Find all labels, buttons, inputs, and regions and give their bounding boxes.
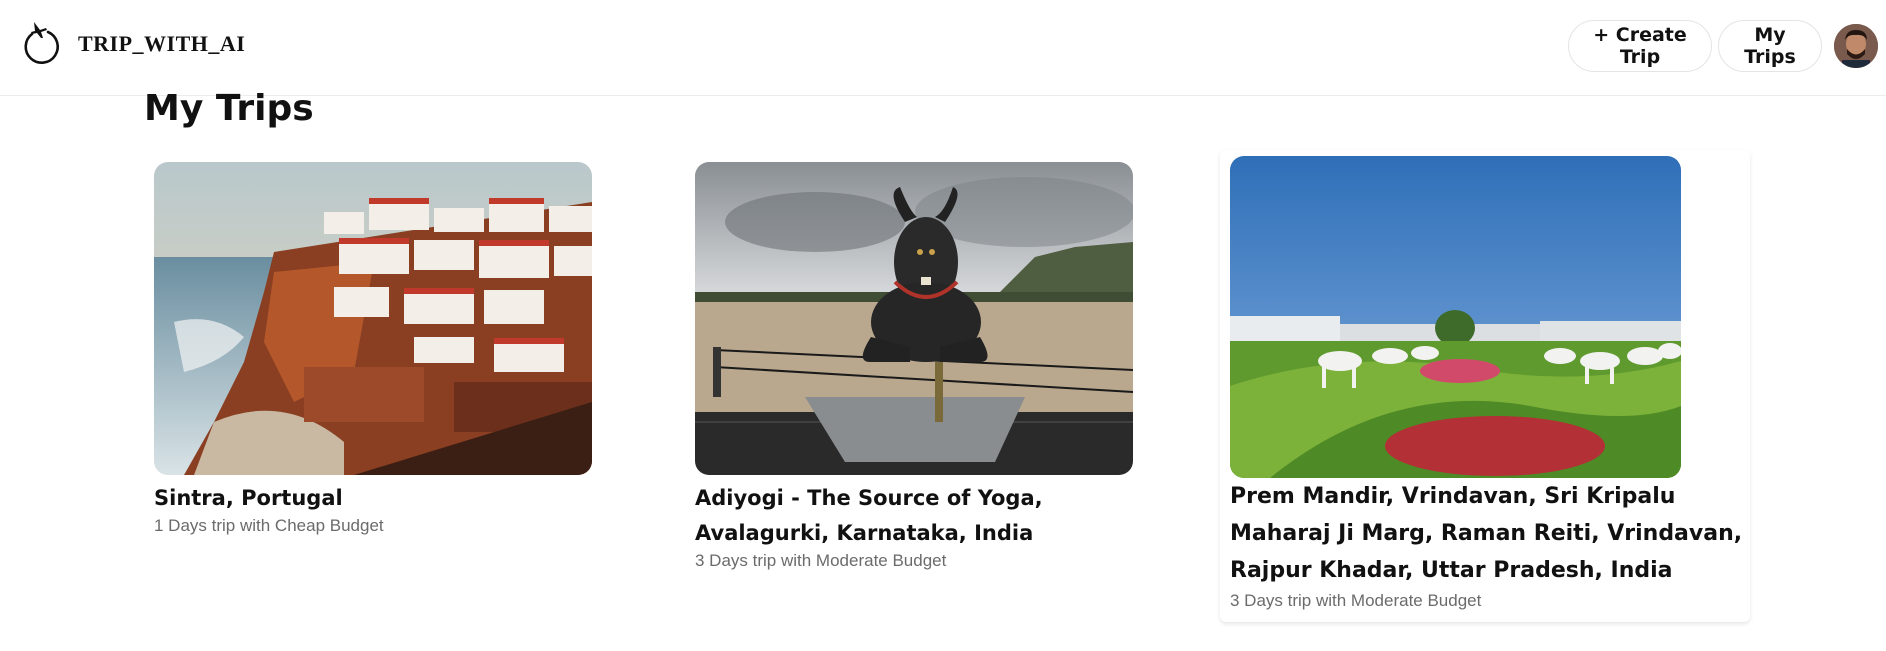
trip-image-temple-garden bbox=[1230, 156, 1681, 478]
trip-meta: 3 Days trip with Moderate Budget bbox=[695, 551, 947, 570]
plane-orbit-icon bbox=[24, 22, 59, 64]
trip-card-sintra[interactable]: Sintra, Portugal 1 Days trip with Cheap … bbox=[154, 162, 594, 536]
trip-card-prem-mandir[interactable]: Prem Mandir, Vrindavan, Sri Kripalu Maha… bbox=[1220, 150, 1750, 622]
trip-image-coastal-cliff-town bbox=[154, 162, 592, 475]
trip-place-name: Prem Mandir, Vrindavan, Sri Kripalu Maha… bbox=[1230, 484, 1743, 583]
trip-image-nandi-statue bbox=[695, 162, 1133, 475]
trip-meta: 3 Days trip with Moderate Budget bbox=[1230, 591, 1482, 610]
top-navbar: TRIP_WITH_AI + Create Trip My Trips bbox=[0, 0, 1886, 96]
page-title: My Trips bbox=[144, 88, 314, 129]
my-trips-button[interactable]: My Trips bbox=[1718, 20, 1822, 72]
brand-name: TRIP_WITH_AI bbox=[78, 31, 246, 56]
trip-place-name: Adiyogi - The Source of Yoga, Avalagurki… bbox=[695, 486, 1043, 545]
trip-place-name: Sintra, Portugal bbox=[154, 486, 343, 510]
user-avatar[interactable] bbox=[1834, 24, 1878, 68]
trip-card-adiyogi[interactable]: Adiyogi - The Source of Yoga, Avalagurki… bbox=[695, 162, 1135, 571]
brand-logo[interactable]: TRIP_WITH_AI bbox=[18, 18, 245, 70]
create-trip-button[interactable]: + Create Trip bbox=[1568, 20, 1712, 72]
trip-meta: 1 Days trip with Cheap Budget bbox=[154, 516, 384, 535]
nav-actions: + Create Trip My Trips bbox=[1568, 19, 1886, 73]
